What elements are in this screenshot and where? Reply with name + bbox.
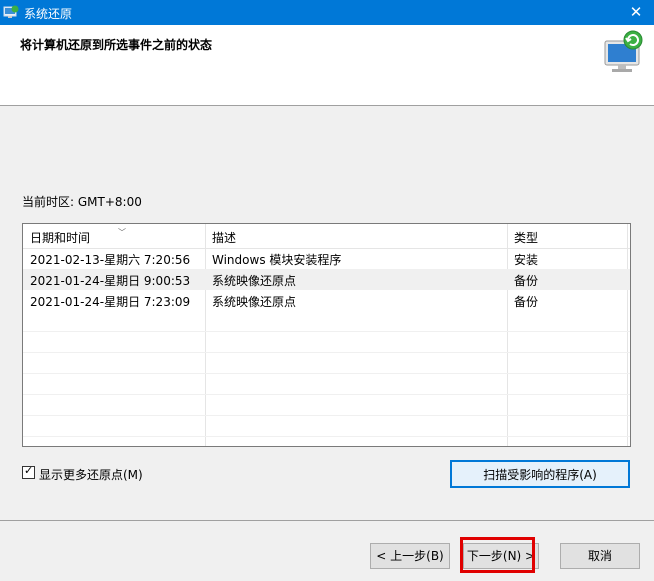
restore-point-list[interactable]: 日期和时间 ﹀ 描述 类型 2021-02-13-星期六 7:20:56 Win… — [22, 223, 631, 447]
cell-description: Windows 模块安装程序 — [212, 253, 342, 267]
close-icon: ✕ — [629, 3, 643, 21]
checkmark-icon: ✓ — [24, 464, 34, 477]
column-header-datetime[interactable]: 日期和时间 ﹀ — [30, 228, 126, 246]
wizard-header: 将计算机还原到所选事件之前的状态 — [0, 25, 654, 106]
cancel-button[interactable]: 取消 — [560, 543, 640, 569]
footer-divider — [0, 520, 654, 521]
next-button-highlight — [460, 537, 535, 573]
cell-type: 备份 — [514, 295, 539, 309]
column-header-description[interactable]: 描述 — [212, 229, 236, 246]
table-row[interactable]: 2021-01-24-星期日 9:00:53 系统映像还原点 备份 — [23, 269, 630, 290]
title-bar: 系统还原 ✕ — [0, 0, 654, 25]
page-title: 将计算机还原到所选事件之前的状态 — [20, 38, 213, 52]
cell-type: 备份 — [514, 274, 539, 288]
cell-datetime: 2021-02-13-星期六 7:20:56 — [30, 253, 191, 267]
sort-indicator-icon: ﹀ — [118, 228, 126, 237]
column-header-type[interactable]: 类型 — [514, 229, 538, 246]
empty-row — [23, 332, 630, 353]
restore-computer-icon — [604, 30, 643, 72]
cell-datetime: 2021-01-24-星期日 9:00:53 — [30, 274, 191, 288]
table-row[interactable]: 2021-02-13-星期六 7:20:56 Windows 模块安装程序 安装 — [23, 248, 630, 269]
cell-description: 系统映像还原点 — [212, 295, 297, 309]
cell-description: 系统映像还原点 — [212, 274, 297, 288]
empty-row — [23, 395, 630, 416]
system-restore-icon — [3, 5, 19, 18]
close-button[interactable]: ✕ — [618, 0, 654, 25]
window-title: 系统还原 — [24, 7, 73, 21]
empty-row — [23, 311, 630, 332]
table-row[interactable]: 2021-01-24-星期日 7:23:09 系统映像还原点 备份 — [23, 290, 630, 311]
column-header-row: 日期和时间 ﹀ 描述 类型 — [23, 224, 630, 249]
empty-row — [23, 374, 630, 395]
empty-row — [23, 416, 630, 437]
back-button[interactable]: < 上一步(B) — [370, 543, 450, 569]
scan-affected-programs-button[interactable]: 扫描受影响的程序(A) — [450, 460, 630, 488]
cell-datetime: 2021-01-24-星期日 7:23:09 — [30, 295, 191, 309]
empty-row — [23, 353, 630, 374]
checkbox-box[interactable]: ✓ — [22, 464, 35, 479]
checkbox-label: 显示更多还原点(M) — [39, 468, 143, 482]
timezone-label: 当前时区: GMT+8:00 — [22, 195, 142, 209]
cell-type: 安装 — [514, 253, 539, 267]
